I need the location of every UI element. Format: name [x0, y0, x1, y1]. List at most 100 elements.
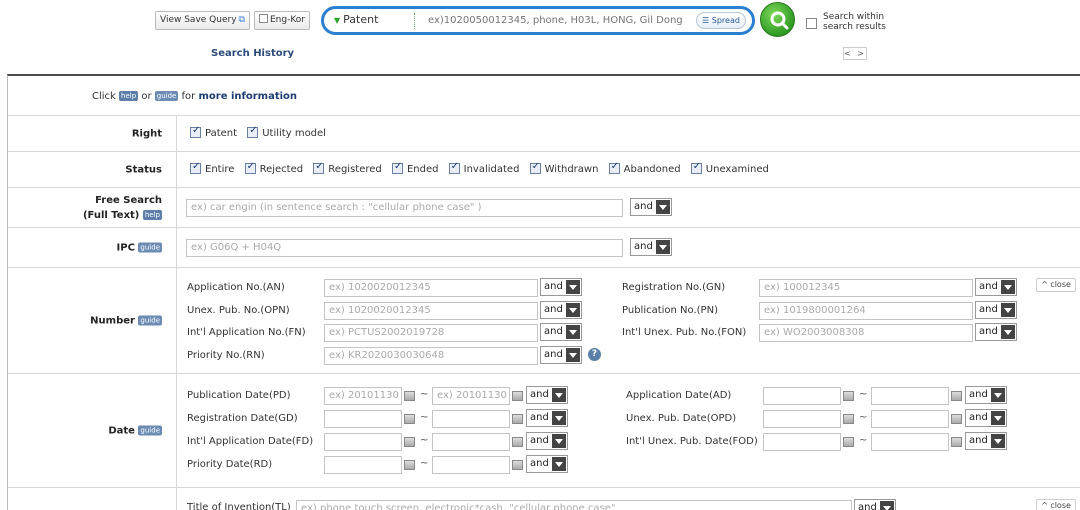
priority-no-input[interactable]: ex) KR2020030030648	[324, 347, 538, 365]
calendar-icon[interactable]	[512, 460, 523, 470]
application-date-from[interactable]	[763, 387, 841, 405]
unex-pub-date-from[interactable]	[763, 410, 841, 428]
number-row: Number guide Application No.(AN) ex) 102…	[8, 268, 1080, 374]
publication-date-operator[interactable]: and	[526, 386, 568, 404]
publication-no-operator[interactable]: and	[975, 301, 1017, 319]
view-save-query-button[interactable]: View Save Query ⧉	[155, 11, 250, 30]
calendar-icon[interactable]	[951, 391, 962, 401]
publication-date-to[interactable]: ex) 20101130	[432, 387, 510, 405]
status-option[interactable]: Ended	[391, 161, 438, 175]
calendar-icon[interactable]	[404, 460, 415, 470]
registration-no-input[interactable]: ex) 100012345	[759, 279, 973, 297]
title-of-invention-input[interactable]: ex) phone touch screen, electronic*cash,…	[296, 500, 852, 510]
intl-unex-pub-no-operator[interactable]: and	[975, 323, 1017, 341]
right-option-patent[interactable]: Patent	[190, 125, 237, 139]
calendar-icon[interactable]	[951, 437, 962, 447]
title-close-button[interactable]: ^ close	[1036, 499, 1076, 510]
search-button[interactable]	[760, 2, 795, 37]
priority-no-operator[interactable]: and	[540, 346, 582, 364]
eng-kor-label: Eng-Kor	[270, 15, 306, 25]
publication-no-input[interactable]: ex) 1019800001264	[759, 302, 973, 320]
calendar-icon[interactable]	[843, 391, 854, 401]
unex-pub-no-input[interactable]: ex) 1020020012345	[324, 302, 538, 320]
free-search-operator[interactable]: and	[630, 198, 672, 216]
calendar-icon[interactable]	[951, 414, 962, 424]
title-of-invention-operator[interactable]: and	[854, 499, 896, 510]
calendar-icon[interactable]	[512, 391, 523, 401]
right-option-utility[interactable]: Utility model	[247, 125, 326, 139]
guide-badge[interactable]: guide	[138, 425, 162, 435]
history-pager[interactable]: < >	[843, 47, 867, 60]
priority-no-label: Priority No.(RN)	[187, 350, 265, 361]
ipc-input[interactable]: ex) G06Q + H04Q	[186, 239, 623, 257]
dropdown-arrow-icon	[566, 348, 580, 362]
intl-unex-pub-date-from[interactable]	[763, 433, 841, 451]
checkbox-icon[interactable]	[190, 125, 201, 138]
priority-date-operator[interactable]: and	[526, 455, 568, 473]
help-badge[interactable]: help	[142, 209, 162, 220]
intl-unex-pub-date-to[interactable]	[871, 433, 949, 451]
registration-date-operator[interactable]: and	[526, 409, 568, 427]
checkbox-icon[interactable]	[313, 161, 325, 174]
publication-date-from[interactable]: ex) 20101130	[324, 387, 402, 405]
eng-kor-toggle[interactable]: Eng-Kor	[254, 11, 311, 30]
application-no-operator[interactable]: and	[540, 278, 582, 296]
calendar-icon[interactable]	[512, 437, 523, 447]
calendar-icon[interactable]	[843, 414, 854, 424]
guide-badge[interactable]: guide	[154, 91, 179, 101]
spread-button[interactable]: ☰ Spread	[696, 12, 746, 29]
calendar-icon[interactable]	[512, 414, 523, 424]
checkbox-icon[interactable]	[247, 125, 259, 138]
status-option[interactable]: Entire	[190, 161, 234, 175]
ipc-operator[interactable]: and	[630, 238, 672, 256]
checkbox-icon[interactable]	[448, 161, 460, 174]
intl-application-date-to[interactable]	[432, 433, 510, 451]
status-option[interactable]: Invalidated	[448, 161, 519, 175]
checkbox-icon[interactable]	[244, 161, 256, 174]
intl-application-no-operator[interactable]: and	[540, 323, 582, 341]
calendar-icon[interactable]	[404, 414, 415, 424]
priority-date-to[interactable]	[432, 456, 510, 474]
priority-date-from[interactable]	[324, 456, 402, 474]
checkbox-icon[interactable]	[608, 161, 620, 174]
search-type-select[interactable]: ▼ Patent	[334, 13, 378, 26]
calendar-icon[interactable]	[843, 437, 854, 447]
unex-pub-date-to[interactable]	[871, 410, 949, 428]
help-badge[interactable]: help	[119, 91, 139, 101]
status-option[interactable]: Abandoned	[608, 161, 681, 175]
guide-badge[interactable]: guide	[138, 242, 162, 252]
eng-kor-checkbox[interactable]	[259, 14, 268, 23]
calendar-icon[interactable]	[404, 437, 415, 447]
intl-unex-pub-no-input[interactable]: ex) WO2003008308	[759, 324, 973, 342]
search-within-checkbox[interactable]	[806, 18, 817, 29]
registration-date-to[interactable]	[432, 410, 510, 428]
intl-application-date-from[interactable]	[324, 433, 402, 451]
main-search-input[interactable]	[428, 12, 690, 29]
checkbox-icon[interactable]	[391, 161, 403, 174]
status-option[interactable]: Unexamined	[690, 161, 769, 175]
unex-pub-no-operator[interactable]: and	[540, 301, 582, 319]
calendar-icon[interactable]	[404, 391, 415, 401]
checkbox-icon[interactable]	[190, 161, 201, 174]
checkbox-icon[interactable]	[690, 161, 702, 174]
status-option[interactable]: Registered	[313, 161, 382, 175]
number-close-button[interactable]: ^ close	[1036, 278, 1076, 292]
question-mark-icon[interactable]: ?	[588, 348, 601, 361]
application-no-input[interactable]: ex) 1020020012345	[324, 279, 538, 297]
intl-application-no-input[interactable]: ex) PCTUS2002019728	[324, 324, 538, 342]
guide-badge[interactable]: guide	[138, 315, 162, 325]
number-label-cell: Number guide	[8, 268, 177, 373]
intl-unex-pub-date-label: Int'l Unex. Pub. Date(FOD)	[626, 436, 758, 447]
status-option[interactable]: Withdrawn	[529, 161, 598, 175]
checkbox-icon[interactable]	[529, 161, 541, 174]
application-date-to[interactable]	[871, 387, 949, 405]
registration-date-from[interactable]	[324, 410, 402, 428]
status-option[interactable]: Rejected	[244, 161, 303, 175]
unex-pub-date-operator[interactable]: and	[965, 409, 1007, 427]
search-history-link[interactable]: Search History	[211, 48, 294, 59]
application-date-operator[interactable]: and	[965, 386, 1007, 404]
registration-no-operator[interactable]: and	[975, 278, 1017, 296]
free-search-input[interactable]: ex) car engin (in sentence search : "cel…	[186, 199, 623, 217]
intl-unex-pub-date-operator[interactable]: and	[965, 432, 1007, 450]
intl-application-date-operator[interactable]: and	[526, 432, 568, 450]
